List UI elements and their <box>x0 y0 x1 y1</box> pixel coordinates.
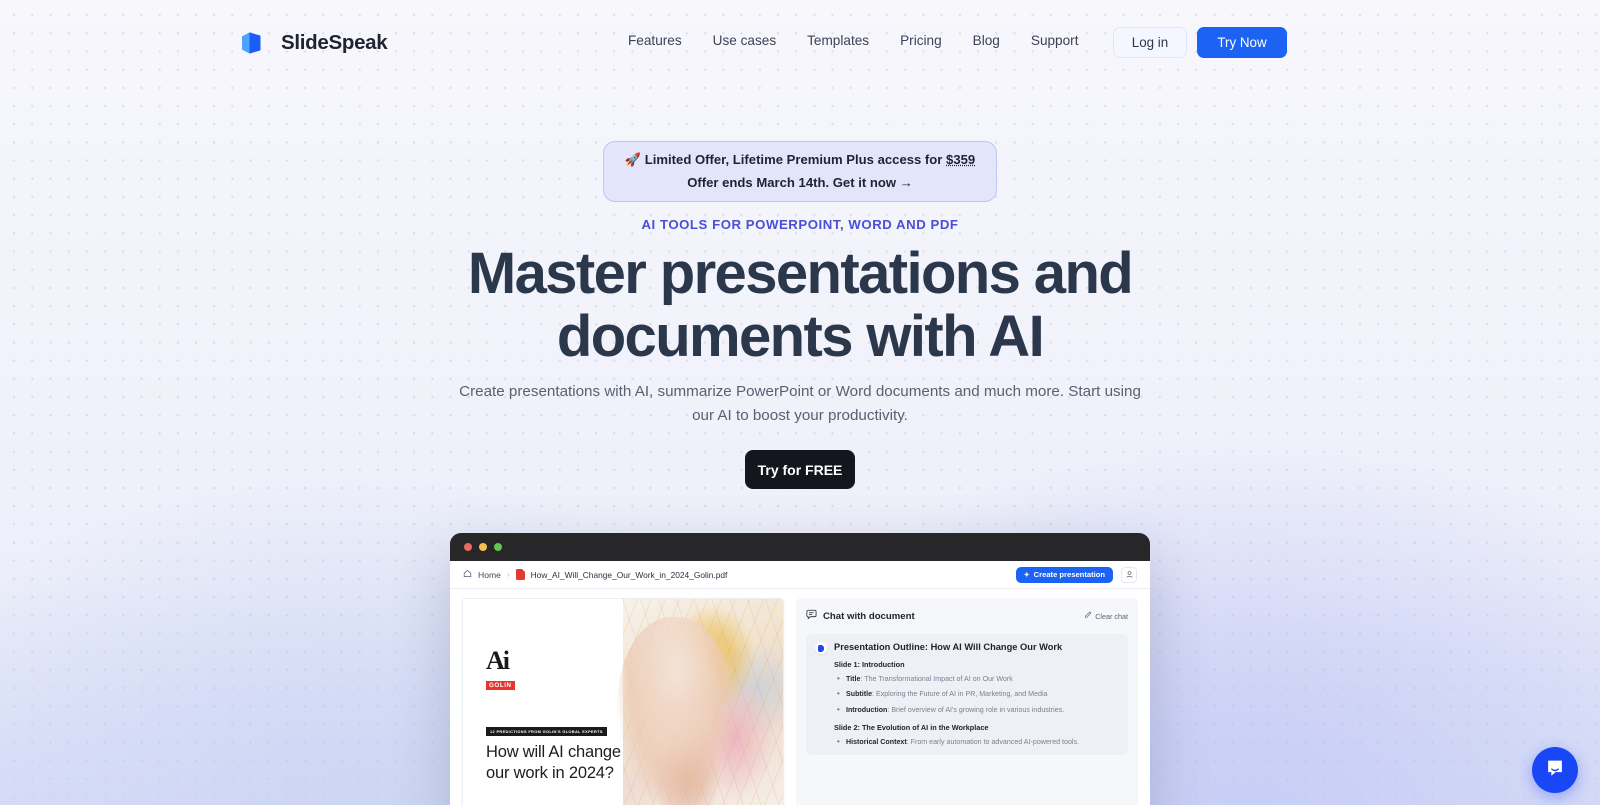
chat-message: Presentation Outline: How AI Will Change… <box>806 634 1128 756</box>
list-item: Introduction: Brief overview of AI's gro… <box>834 704 1119 716</box>
site-header: SlideSpeak Features Use cases Templates … <box>0 0 1600 86</box>
chat-message-body: Presentation Outline: How AI Will Change… <box>834 642 1119 748</box>
login-button[interactable]: Log in <box>1113 27 1187 58</box>
nav-item-support[interactable]: Support <box>1031 33 1079 48</box>
window-minimize-icon[interactable] <box>479 543 487 551</box>
logo[interactable]: SlideSpeak <box>238 28 388 58</box>
clear-chat-button[interactable]: Clear chat <box>1084 611 1128 621</box>
chat-panel-header: Chat with document Clear chat <box>806 607 1128 625</box>
chat-bubble-icon <box>806 607 817 625</box>
outline-bullet-list: Historical Context: From early automatio… <box>834 736 1119 748</box>
outline-bullet-list: Title: The Transformational Impact of AI… <box>834 673 1119 716</box>
bullet-text: : Brief overview of AI's growing role in… <box>887 705 1065 714</box>
nav-item-templates[interactable]: Templates <box>807 33 869 48</box>
toolbar-actions: ✦ Create presentation <box>1015 566 1137 583</box>
golin-logo: Ai GOLIN <box>486 648 518 692</box>
list-item: Historical Context: From early automatio… <box>834 736 1119 748</box>
logo-text: SlideSpeak <box>281 31 388 54</box>
create-presentation-button[interactable]: ✦ Create presentation <box>1015 566 1113 583</box>
chat-message-heading: Presentation Outline: How AI Will Change… <box>834 642 1063 652</box>
bullet-label: Introduction <box>846 705 888 714</box>
create-presentation-label: Create presentation <box>1033 570 1105 579</box>
outline-section-title: Slide 2: The Evolution of AI in the Work… <box>834 722 989 732</box>
document-slide-preview[interactable]: Ai GOLIN 12 PREDICTIONS FROM GOLIN'S GLO… <box>462 598 784 805</box>
window-close-icon[interactable] <box>464 543 472 551</box>
bullet-text: : The Transformational Impact of AI on O… <box>860 675 1013 683</box>
chat-launcher-button[interactable] <box>1532 747 1578 793</box>
eraser-icon <box>1084 611 1092 621</box>
promo-price: $359 <box>946 152 976 167</box>
landing-page: SlideSpeak Features Use cases Templates … <box>0 0 1600 805</box>
page-title: Master presentations and documents with … <box>0 241 1600 369</box>
bullet-text: : Exploring the Future of AI in PR, Mark… <box>872 690 1048 699</box>
pdf-file-icon <box>515 569 525 580</box>
assistant-avatar-icon <box>815 642 827 654</box>
chat-with-document-panel: Chat with document Clear chat Presentati <box>796 598 1138 805</box>
outline-section-title: Slide 1: Introduction <box>834 660 905 669</box>
promo-line-1: 🚀 Limited Offer, Lifetime Premium Plus a… <box>625 149 975 172</box>
home-icon[interactable] <box>463 569 472 580</box>
headline-line-1: Master presentations and <box>467 241 1134 306</box>
try-for-free-button[interactable]: Try for FREE <box>745 450 855 489</box>
list-item: Subtitle: Exploring the Future of AI in … <box>834 688 1119 700</box>
breadcrumb-file-name: How_AI_Will_Change_Our_Work_in_2024_Goli… <box>530 569 728 580</box>
window-maximize-icon[interactable] <box>494 543 502 551</box>
window-title-bar <box>450 533 1150 561</box>
clear-chat-label: Clear chat <box>1095 611 1128 621</box>
promo-text-main: Limited Offer, Lifetime Premium Plus acc… <box>644 152 947 167</box>
magic-wand-icon: ✦ <box>1023 571 1030 579</box>
golin-mark: Ai <box>486 646 510 675</box>
breadcrumb-home-label[interactable]: Home <box>478 570 501 580</box>
promo-line-2: Offer ends March 14th. Get it now → <box>687 174 913 190</box>
bullet-label: Title <box>846 675 861 683</box>
auth-actions: Log in Try Now <box>1113 27 1287 58</box>
slide-kicker: 12 PREDICTIONS FROM GOLIN'S GLOBAL EXPER… <box>486 727 607 736</box>
slidespeak-cube-icon <box>238 28 268 58</box>
nav-item-pricing[interactable]: Pricing <box>900 33 942 48</box>
slide-title: How will AI change our work in 2024? <box>486 742 666 784</box>
hero-eyebrow: AI TOOLS FOR POWERPOINT, WORD AND PDF <box>641 217 959 232</box>
headline-line-2: documents with AI <box>556 303 1045 369</box>
golin-wordmark: GOLIN <box>486 681 515 690</box>
slide-title-line-2: our work in 2024? <box>486 764 614 783</box>
hero-subheading: Create presentations with AI, summarize … <box>459 383 1141 424</box>
user-avatar-icon[interactable] <box>1121 566 1137 583</box>
try-now-button[interactable]: Try Now <box>1197 27 1287 58</box>
slide-title-line-1: How will AI change <box>486 743 621 761</box>
bullet-text: : From early automation to advanced AI-p… <box>906 737 1080 746</box>
chat-panel-title: Chat with document <box>823 610 915 622</box>
breadcrumb-separator: › <box>506 570 510 579</box>
rocket-icon: 🚀 <box>624 152 642 167</box>
nav-item-features[interactable]: Features <box>628 33 682 48</box>
bullet-label: Historical Context <box>846 737 907 746</box>
message-square-icon <box>1544 757 1566 784</box>
list-item: Title: The Transformational Impact of AI… <box>834 673 1119 685</box>
promo-banner[interactable]: 🚀 Limited Offer, Lifetime Premium Plus a… <box>603 141 997 203</box>
app-preview-window: Home › How_AI_Will_Change_Our_Work_in_20… <box>450 533 1150 805</box>
bullet-label: Subtitle <box>846 690 873 699</box>
nav-item-blog[interactable]: Blog <box>973 33 1000 48</box>
nav-item-use-cases[interactable]: Use cases <box>713 33 776 48</box>
app-content: Ai GOLIN 12 PREDICTIONS FROM GOLIN'S GLO… <box>450 589 1150 805</box>
primary-nav: Features Use cases Templates Pricing Blo… <box>628 33 1079 48</box>
app-toolbar: Home › How_AI_Will_Change_Our_Work_in_20… <box>450 561 1150 589</box>
breadcrumb: Home › How_AI_Will_Change_Our_Work_in_20… <box>463 569 727 580</box>
